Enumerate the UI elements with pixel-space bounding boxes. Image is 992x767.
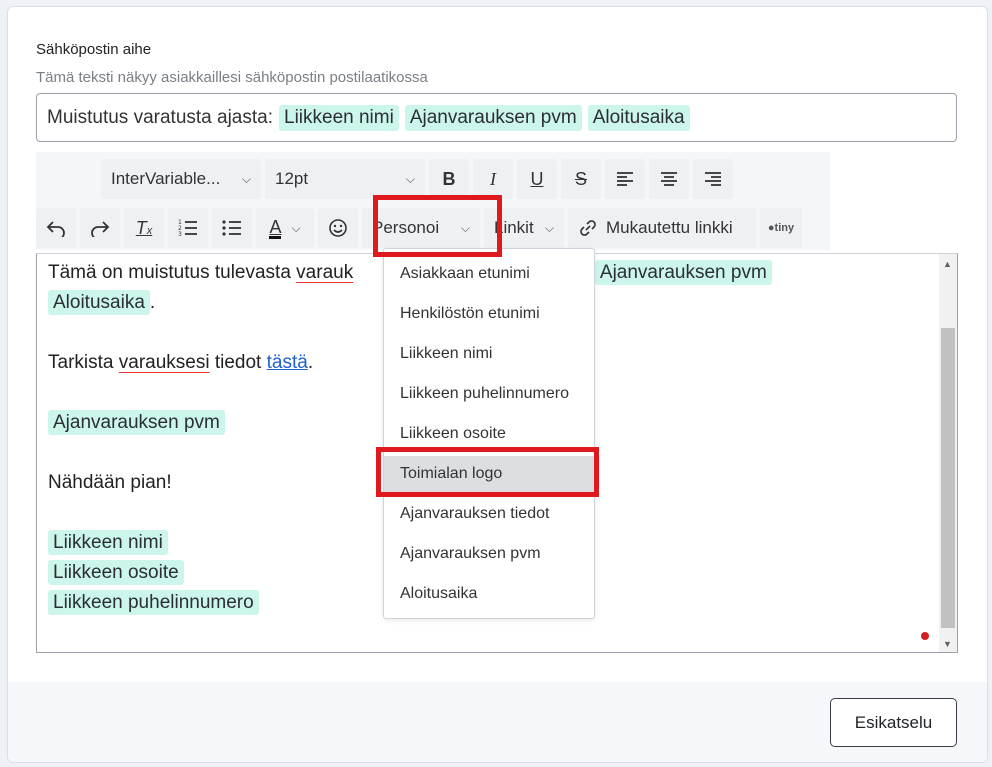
align-left-button[interactable] [605, 159, 645, 199]
font-family-select[interactable]: InterVariable... ⌵ [101, 159, 261, 199]
dropdown-item-business-phone[interactable]: Liikkeen puhelinnumero [384, 376, 594, 412]
chevron-down-icon: ⌵ [241, 171, 251, 186]
tiny-label: tiny [774, 222, 795, 234]
bullet-list-button[interactable] [212, 208, 252, 248]
subject-tag-start-time[interactable]: Aloitusaika [587, 104, 690, 131]
emoji-button[interactable] [318, 208, 358, 248]
highlight-box-personalize [373, 195, 502, 257]
editor-text: . [307, 352, 314, 373]
chevron-down-icon: ⌵ [544, 220, 554, 235]
dropdown-item-appointment-date[interactable]: Ajanvarauksen pvm [384, 536, 594, 572]
font-family-value: InterVariable... [111, 169, 221, 188]
editor-text: Tämä on muistutus tulevasta [48, 262, 297, 283]
subject-tag-business-name[interactable]: Liikkeen nimi [279, 104, 399, 131]
subject-tag-appointment-date[interactable]: Ajanvarauksen pvm [404, 104, 582, 131]
bold-button[interactable]: B [429, 159, 469, 199]
align-right-button[interactable] [693, 159, 733, 199]
chevron-down-icon: ⌵ [405, 171, 415, 186]
text-color-button[interactable]: A ⌵ [256, 208, 314, 248]
custom-link-label: Mukautettu linkki [606, 218, 733, 237]
emoji-icon [329, 219, 347, 237]
highlight-box-industry-logo [376, 447, 599, 497]
font-size-value: 12pt [275, 169, 309, 188]
font-size-select[interactable]: 12pt ⌵ [265, 159, 425, 199]
subject-help-text: Tämä teksti näkyy asiakkaillesi sähköpos… [36, 69, 428, 86]
editor-tag-appointment-date[interactable]: Ajanvarauksen pvm [48, 410, 225, 435]
email-settings-card: Sähköpostin aihe Tämä teksti näkyy asiak… [7, 6, 988, 763]
italic-button[interactable]: I [473, 159, 513, 199]
align-right-icon [705, 172, 721, 186]
status-dot [921, 632, 929, 640]
subject-prefix-text: Muistutus varatusta ajasta: [47, 106, 273, 128]
undo-icon [46, 221, 65, 237]
link-icon [580, 220, 596, 236]
align-left-icon [617, 172, 633, 186]
numbered-list-button[interactable]: 123 [168, 208, 208, 248]
text-color-icon: A [269, 216, 282, 239]
preview-button[interactable]: Esikatselu [830, 698, 957, 747]
editor-scrollbar[interactable]: ▲ ▼ [939, 254, 957, 652]
dropdown-item-appointment-details[interactable]: Ajanvarauksen tiedot [384, 496, 594, 532]
editor-tag-business-phone[interactable]: Liikkeen puhelinnumero [48, 590, 259, 615]
clear-formatting-button[interactable]: Tx [124, 208, 164, 248]
subject-label: Sähköpostin aihe [36, 41, 152, 58]
bullet-list-icon [222, 220, 241, 236]
scrollbar-thumb[interactable] [941, 328, 955, 628]
underline-button[interactable]: U [517, 159, 557, 199]
editor-tag-business-address[interactable]: Liikkeen osoite [48, 560, 184, 585]
dropdown-item-start-time[interactable]: Aloitusaika [384, 576, 594, 612]
redo-icon [91, 221, 110, 237]
editor-text: Tarkista [48, 352, 119, 373]
editor-text: . [149, 292, 156, 313]
editor-text: tiedot [209, 352, 267, 373]
booking-details-link[interactable]: tästä [267, 352, 308, 373]
dropdown-item-staff-first-name[interactable]: Henkilöstön etunimi [384, 296, 594, 332]
align-center-icon [661, 172, 677, 186]
editor-tag-start-time[interactable]: Aloitusaika [48, 290, 150, 315]
tiny-logo: ● tiny [760, 208, 802, 248]
align-center-button[interactable] [649, 159, 689, 199]
custom-link-button[interactable]: Mukautettu linkki [568, 208, 756, 248]
editor-misspelled-text: varauksesi [118, 352, 210, 373]
editor-misspelled-text: varauk [296, 262, 354, 283]
tiny-icon: ● [767, 222, 775, 234]
personalize-dropdown: Asiakkaan etunimi Henkilöstön etunimi Li… [383, 248, 595, 619]
strikethrough-button[interactable]: S [561, 159, 601, 199]
svg-text:3: 3 [178, 231, 182, 237]
scroll-down-arrow-icon[interactable]: ▼ [943, 639, 952, 649]
clear-formatting-icon: Tx [135, 217, 153, 238]
editor-tag-appointment-date[interactable]: Ajanvarauksen pvm [594, 260, 772, 285]
dropdown-item-customer-first-name[interactable]: Asiakkaan etunimi [384, 256, 594, 292]
redo-button[interactable] [80, 208, 120, 248]
numbered-list-icon: 123 [178, 219, 197, 237]
dropdown-item-business-name[interactable]: Liikkeen nimi [384, 336, 594, 372]
subject-input[interactable]: Muistutus varatusta ajasta: Liikkeen nim… [36, 93, 957, 142]
scroll-up-arrow-icon[interactable]: ▲ [943, 259, 952, 269]
chevron-down-icon: ⌵ [291, 220, 301, 235]
undo-button[interactable] [36, 208, 76, 248]
editor-tag-business-name[interactable]: Liikkeen nimi [48, 530, 168, 555]
